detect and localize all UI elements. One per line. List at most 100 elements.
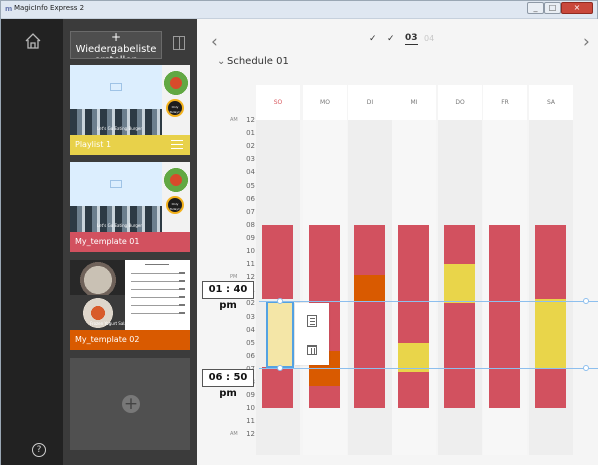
end-time-edge-handle[interactable] bbox=[583, 365, 589, 371]
city-image bbox=[70, 109, 165, 135]
playlist-label-band: Playlist 1 bbox=[70, 135, 190, 155]
time-tick-label: 04 bbox=[246, 325, 255, 334]
app-logo-icon: m bbox=[5, 5, 13, 13]
add-playlist-button[interactable]: + bbox=[70, 358, 190, 450]
day-header-mi[interactable]: MI bbox=[392, 85, 436, 120]
day-header-do[interactable]: DO bbox=[438, 85, 482, 120]
schedule-event-bar[interactable] bbox=[309, 385, 340, 409]
time-tick-label: 10 bbox=[246, 404, 255, 413]
schedule-event-bar[interactable] bbox=[262, 366, 293, 409]
next-week[interactable]: 04 bbox=[424, 34, 434, 43]
time-tick-label: 12 bbox=[246, 116, 255, 124]
week-check-icon: ✓ bbox=[369, 34, 377, 44]
menu-line bbox=[131, 288, 185, 290]
window-title: MagicInfo Express 2 bbox=[14, 4, 85, 12]
previous-week-button[interactable]: ‹ bbox=[211, 33, 218, 51]
ampm-label: AM bbox=[230, 431, 238, 438]
time-tick-label: 08 bbox=[246, 220, 255, 229]
menu-line bbox=[131, 304, 185, 306]
schedule-title: Schedule 01 bbox=[227, 56, 289, 67]
schedule-event-bar[interactable] bbox=[535, 299, 566, 368]
menu-icon[interactable] bbox=[171, 140, 183, 149]
day-header-mo[interactable]: MO bbox=[303, 85, 347, 120]
left-navigation: ? bbox=[1, 19, 63, 465]
menu-list-preview bbox=[125, 260, 190, 330]
time-tick-label: 03 bbox=[246, 312, 255, 321]
schedule-event-bar[interactable] bbox=[398, 224, 429, 343]
time-tick-label: 06 bbox=[246, 194, 255, 203]
start-time-line bbox=[259, 301, 598, 302]
thumbnail-caption: Let's Go Eating Burger bbox=[97, 223, 142, 228]
close-button[interactable]: × bbox=[561, 2, 593, 14]
menu-line bbox=[131, 296, 185, 298]
city-image bbox=[70, 206, 165, 232]
selected-time-slot[interactable] bbox=[266, 301, 294, 368]
schedule-event-bar[interactable] bbox=[489, 224, 520, 409]
ampm-label: AM bbox=[230, 117, 238, 123]
schedule-event-bar[interactable] bbox=[398, 371, 429, 409]
trash-icon[interactable] bbox=[307, 345, 317, 355]
time-tick-label: 01 bbox=[246, 129, 255, 138]
monitor-icon bbox=[110, 180, 122, 188]
time-tick-label: 04 bbox=[246, 168, 255, 177]
time-tick-label: 02 bbox=[246, 142, 255, 151]
schedule-event-bar[interactable] bbox=[444, 303, 475, 409]
thumbnail-caption: Let's Go Eating Burger bbox=[97, 126, 142, 131]
menu-line bbox=[131, 280, 185, 282]
playlist-name: Playlist 1 bbox=[75, 140, 112, 149]
start-time-edge-handle[interactable] bbox=[583, 298, 589, 304]
playlist-card[interactable]: Only Today!! Let's Go Eating Burger Play… bbox=[70, 65, 190, 155]
menu-line bbox=[131, 272, 185, 274]
time-tick-label: 03 bbox=[246, 155, 255, 164]
time-tick-label: 09 bbox=[246, 391, 255, 400]
template-label-band: My_template 02 bbox=[70, 330, 190, 350]
playlist-thumbnail: Only Today!! Let's Go Eating Burger bbox=[70, 65, 190, 135]
end-time-line bbox=[259, 368, 598, 369]
slot-action-menu bbox=[295, 303, 329, 365]
end-time-handle[interactable] bbox=[277, 365, 283, 371]
template-name: My_template 01 bbox=[75, 237, 140, 246]
day-header-fr[interactable]: FR bbox=[483, 85, 527, 120]
week-check-icon: ✓ bbox=[387, 34, 395, 44]
time-tick-label: 02 bbox=[246, 299, 255, 308]
time-tick-label: 11 bbox=[246, 260, 255, 269]
panel-toggle-icon[interactable] bbox=[173, 36, 185, 50]
time-tick-label: 05 bbox=[246, 181, 255, 190]
time-tick-label: 11 bbox=[246, 417, 255, 426]
minimize-button[interactable]: _ bbox=[527, 2, 544, 14]
plus-icon: + bbox=[122, 394, 140, 414]
schedule-event-bar[interactable] bbox=[354, 274, 385, 301]
monitor-icon bbox=[110, 83, 122, 91]
menu-title-line bbox=[145, 264, 169, 265]
home-icon[interactable] bbox=[24, 32, 42, 50]
schedule-event-bar[interactable] bbox=[444, 224, 475, 265]
time-tick-label: 07 bbox=[246, 207, 255, 216]
schedule-event-bar[interactable] bbox=[354, 224, 385, 275]
chevron-down-icon[interactable]: ⌄ bbox=[217, 56, 225, 67]
template-label-band: My_template 01 bbox=[70, 232, 190, 252]
maximize-button[interactable]: □ bbox=[544, 2, 561, 14]
playlist-panel: + Wiedergabeliste erstellen Only Today!!… bbox=[63, 19, 197, 465]
new-playlist-button[interactable]: + Wiedergabeliste erstellen bbox=[70, 31, 162, 59]
template-name: My_template 02 bbox=[75, 335, 140, 344]
window-titlebar: m MagicInfo Express 2 _ □ × bbox=[1, 1, 597, 19]
template-card[interactable]: Only Today!! Let's Go Eating Burger My_t… bbox=[70, 162, 190, 252]
schedule-event-bar[interactable] bbox=[354, 300, 385, 409]
schedule-event-bar[interactable] bbox=[262, 224, 293, 300]
next-week-button[interactable]: › bbox=[583, 33, 590, 51]
day-header-so[interactable]: SO bbox=[256, 85, 300, 120]
schedule-event-bar[interactable] bbox=[535, 224, 566, 300]
app-window: m MagicInfo Express 2 _ □ × ? + Wiederga… bbox=[0, 0, 598, 465]
day-header-sa[interactable]: SA bbox=[529, 85, 573, 120]
template-thumbnail: Only Today!! Let's Go Eating Burger bbox=[70, 162, 190, 232]
schedule-event-bar[interactable] bbox=[444, 264, 475, 304]
current-week[interactable]: 03 bbox=[405, 33, 418, 45]
template-card[interactable]: Frozen Yogurt Salad My_template 02 bbox=[70, 260, 190, 350]
start-time-handle[interactable] bbox=[277, 298, 283, 304]
end-time-label: 06 : 50 pm bbox=[202, 369, 254, 399]
schedule-event-bar[interactable] bbox=[535, 367, 566, 409]
copy-icon[interactable] bbox=[307, 315, 317, 327]
time-tick-label: 09 bbox=[246, 233, 255, 242]
help-icon[interactable]: ? bbox=[32, 443, 46, 457]
day-header-di[interactable]: DI bbox=[348, 85, 392, 120]
